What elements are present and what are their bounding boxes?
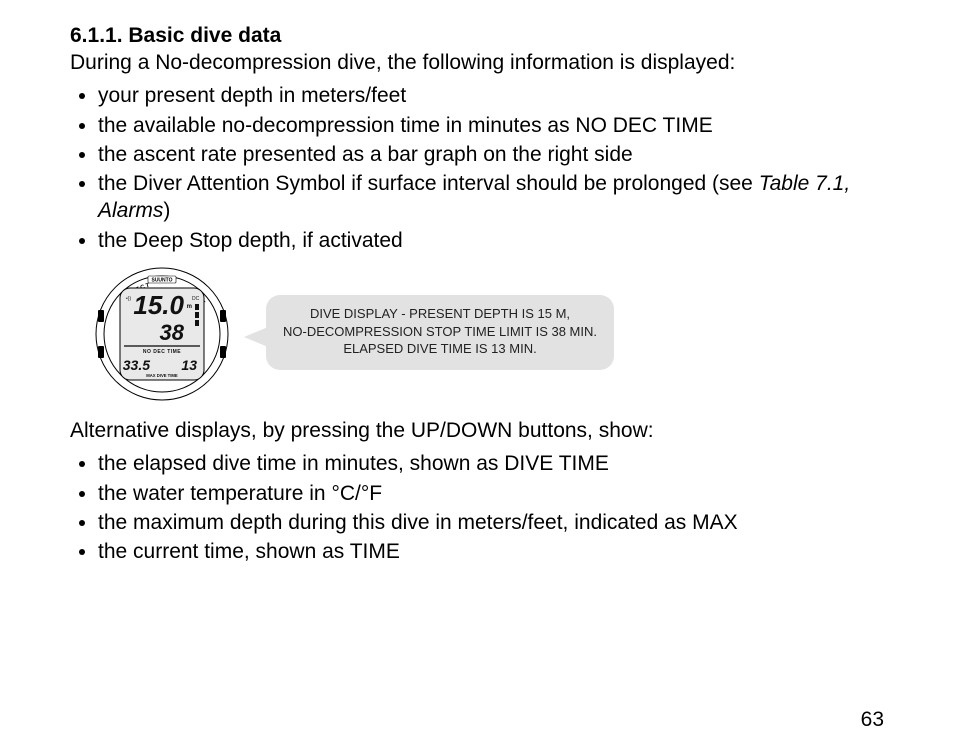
- list-item: the elapsed dive time in minutes, shown …: [98, 450, 884, 477]
- dive-time-reading: 13: [181, 357, 197, 373]
- depth-unit: m: [187, 304, 192, 310]
- list-item: the Deep Stop depth, if activated: [98, 227, 884, 254]
- bottom-caption: MAX DIVE TIME: [146, 373, 178, 378]
- callout-bubble: DIVE DISPLAY - PRESENT DEPTH IS 15 M, NO…: [266, 295, 614, 370]
- dive-computer-illustration: SELECT MODE DOWN UP SUUNTO 15.0: [92, 264, 232, 404]
- max-depth-reading: 33.5: [123, 357, 150, 373]
- list-item: the Diver Attention Symbol if surface in…: [98, 170, 884, 225]
- list-item: the water temperature in °C/°F: [98, 480, 884, 507]
- depth-reading: 15.0: [133, 290, 184, 320]
- mode-button: [220, 310, 226, 322]
- section-number: 6.1.1.: [70, 24, 123, 47]
- callout-line: NO-DECOMPRESSION STOP TIME LIMIT IS 38 M…: [280, 323, 600, 341]
- list-item: the maximum depth during this dive in me…: [98, 509, 884, 536]
- page-number: 63: [861, 708, 884, 732]
- list-item: the ascent rate presented as a bar graph…: [98, 141, 884, 168]
- up-button: [220, 346, 226, 358]
- brand-logo: SUUNTO: [151, 278, 172, 284]
- svg-text:•)): •)): [126, 296, 131, 302]
- callout-line: DIVE DISPLAY - PRESENT DEPTH IS 15 M,: [280, 305, 600, 323]
- list-item: your present depth in meters/feet: [98, 82, 884, 109]
- figure-row: SELECT MODE DOWN UP SUUNTO 15.0: [92, 264, 884, 404]
- callout-line: ELAPSED DIVE TIME IS 13 MIN.: [280, 340, 600, 358]
- list-item-text: the Diver Attention Symbol if surface in…: [98, 172, 759, 195]
- callout-pointer: [244, 327, 268, 347]
- intro-paragraph: During a No-decompression dive, the foll…: [70, 50, 884, 76]
- section-heading: 6.1.1. Basic dive data: [70, 24, 884, 48]
- svg-text:DC: DC: [192, 296, 200, 302]
- callout: DIVE DISPLAY - PRESENT DEPTH IS 15 M, NO…: [244, 289, 604, 379]
- manual-page: 6.1.1. Basic dive data During a No-decom…: [0, 0, 954, 756]
- alt-displays-paragraph: Alternative displays, by pressing the UP…: [70, 418, 884, 444]
- section-title-text: Basic dive data: [128, 24, 281, 47]
- list-item-text-tail: ): [163, 199, 170, 222]
- dive-info-list: your present depth in meters/feet the av…: [70, 82, 884, 254]
- list-item: the available no-decompression time in m…: [98, 112, 884, 139]
- ndt-label: NO DEC TIME: [143, 349, 181, 355]
- down-button: [98, 346, 104, 358]
- select-button: [98, 310, 104, 322]
- alt-displays-list: the elapsed dive time in minutes, shown …: [70, 450, 884, 565]
- list-item: the current time, shown as TIME: [98, 538, 884, 565]
- ndt-reading: 38: [160, 320, 185, 345]
